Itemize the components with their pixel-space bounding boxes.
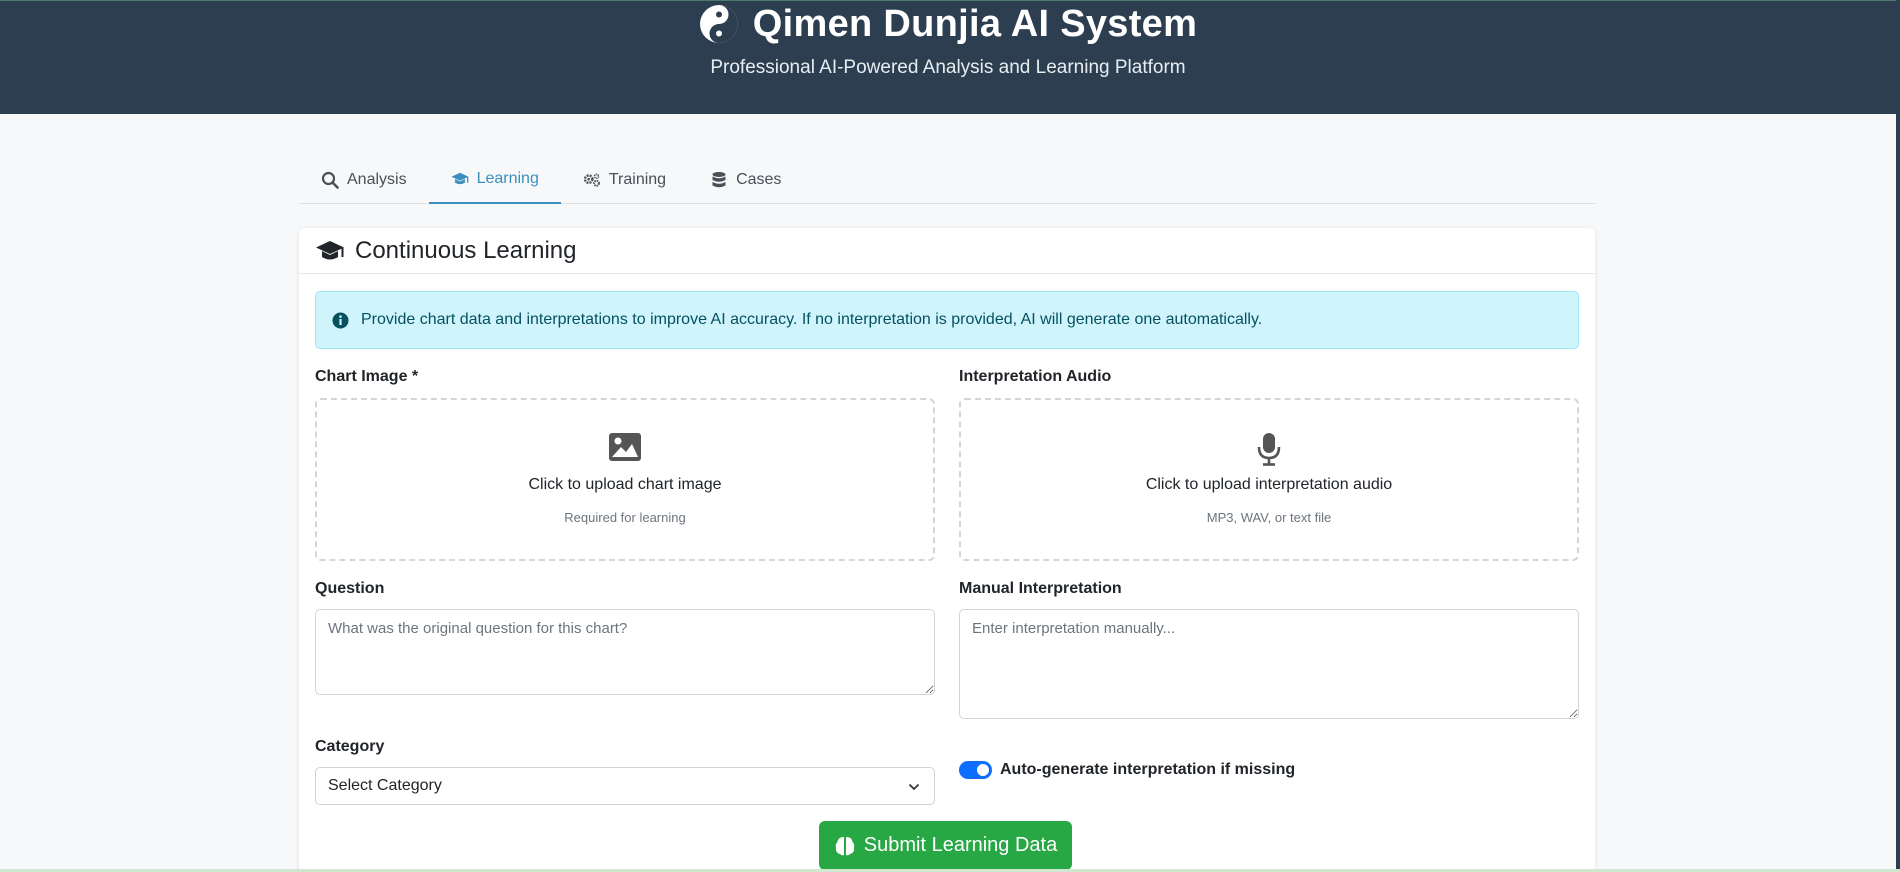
database-icon — [712, 172, 726, 188]
tab-label: Cases — [736, 171, 782, 188]
chart-image-dropzone[interactable]: Click to upload chart image Required for… — [315, 398, 935, 561]
submit-learning-button[interactable]: Submit Learning Data — [819, 821, 1072, 870]
image-icon — [609, 433, 641, 461]
microphone-icon — [1257, 433, 1281, 466]
main-tabs: Analysis Learning Training Cases — [299, 156, 1595, 204]
dropzone-sub-text: Required for learning — [564, 510, 686, 525]
chart-image-label: Chart Image * — [315, 368, 419, 385]
question-label: Question — [315, 580, 385, 597]
auto-generate-label: Auto-generate interpretation if missing — [1000, 761, 1296, 778]
brain-icon — [835, 836, 855, 855]
dropzone-main-text: Click to upload chart image — [528, 476, 722, 493]
category-selected-value: Select Category — [328, 777, 442, 794]
card-header: Continuous Learning — [299, 228, 1595, 274]
manual-interpretation-input[interactable] — [959, 609, 1579, 719]
question-input[interactable] — [315, 609, 935, 695]
app-subtitle: Professional AI-Powered Analysis and Lea… — [710, 57, 1186, 78]
info-circle-icon — [332, 312, 349, 328]
graduation-cap-icon — [451, 172, 469, 185]
manual-interpretation-label: Manual Interpretation — [959, 580, 1122, 597]
learning-card: Continuous Learning Provide chart data a… — [299, 228, 1595, 872]
app-header: Qimen Dunjia AI System Professional AI-P… — [0, 0, 1896, 114]
dropzone-sub-text: MP3, WAV, or text file — [1206, 510, 1332, 525]
auto-generate-toggle[interactable] — [959, 761, 992, 779]
auto-generate-row: Auto-generate interpretation if missing — [959, 761, 1295, 779]
search-icon — [321, 171, 339, 189]
page-scrollbar[interactable] — [1896, 0, 1900, 872]
yin-yang-icon — [699, 5, 738, 43]
tab-label: Analysis — [347, 171, 407, 188]
category-select[interactable]: Select Category — [315, 767, 935, 805]
alert-text: Provide chart data and interpretations t… — [361, 311, 1263, 328]
category-label: Category — [315, 738, 385, 755]
tab-cases[interactable]: Cases — [688, 156, 803, 204]
audio-dropzone[interactable]: Click to upload interpretation audio MP3… — [959, 398, 1579, 561]
tab-training[interactable]: Training — [561, 156, 688, 204]
tab-learning[interactable]: Learning — [428, 156, 561, 204]
dropzone-main-text: Click to upload interpretation audio — [1145, 476, 1393, 493]
audio-label: Interpretation Audio — [959, 368, 1112, 385]
header-title-row: Qimen Dunjia AI System — [0, 1, 1896, 47]
tab-label: Training — [608, 171, 667, 188]
app-title: Qimen Dunjia AI System — [752, 3, 1198, 45]
info-alert: Provide chart data and interpretations t… — [315, 291, 1579, 349]
chevron-down-icon — [908, 783, 920, 791]
tab-analysis[interactable]: Analysis — [299, 156, 429, 204]
tab-label: Learning — [476, 170, 539, 187]
graduation-cap-icon — [316, 240, 344, 259]
card-title: Continuous Learning — [355, 236, 577, 264]
gears-icon — [583, 173, 600, 187]
submit-label: Submit Learning Data — [863, 834, 1058, 856]
